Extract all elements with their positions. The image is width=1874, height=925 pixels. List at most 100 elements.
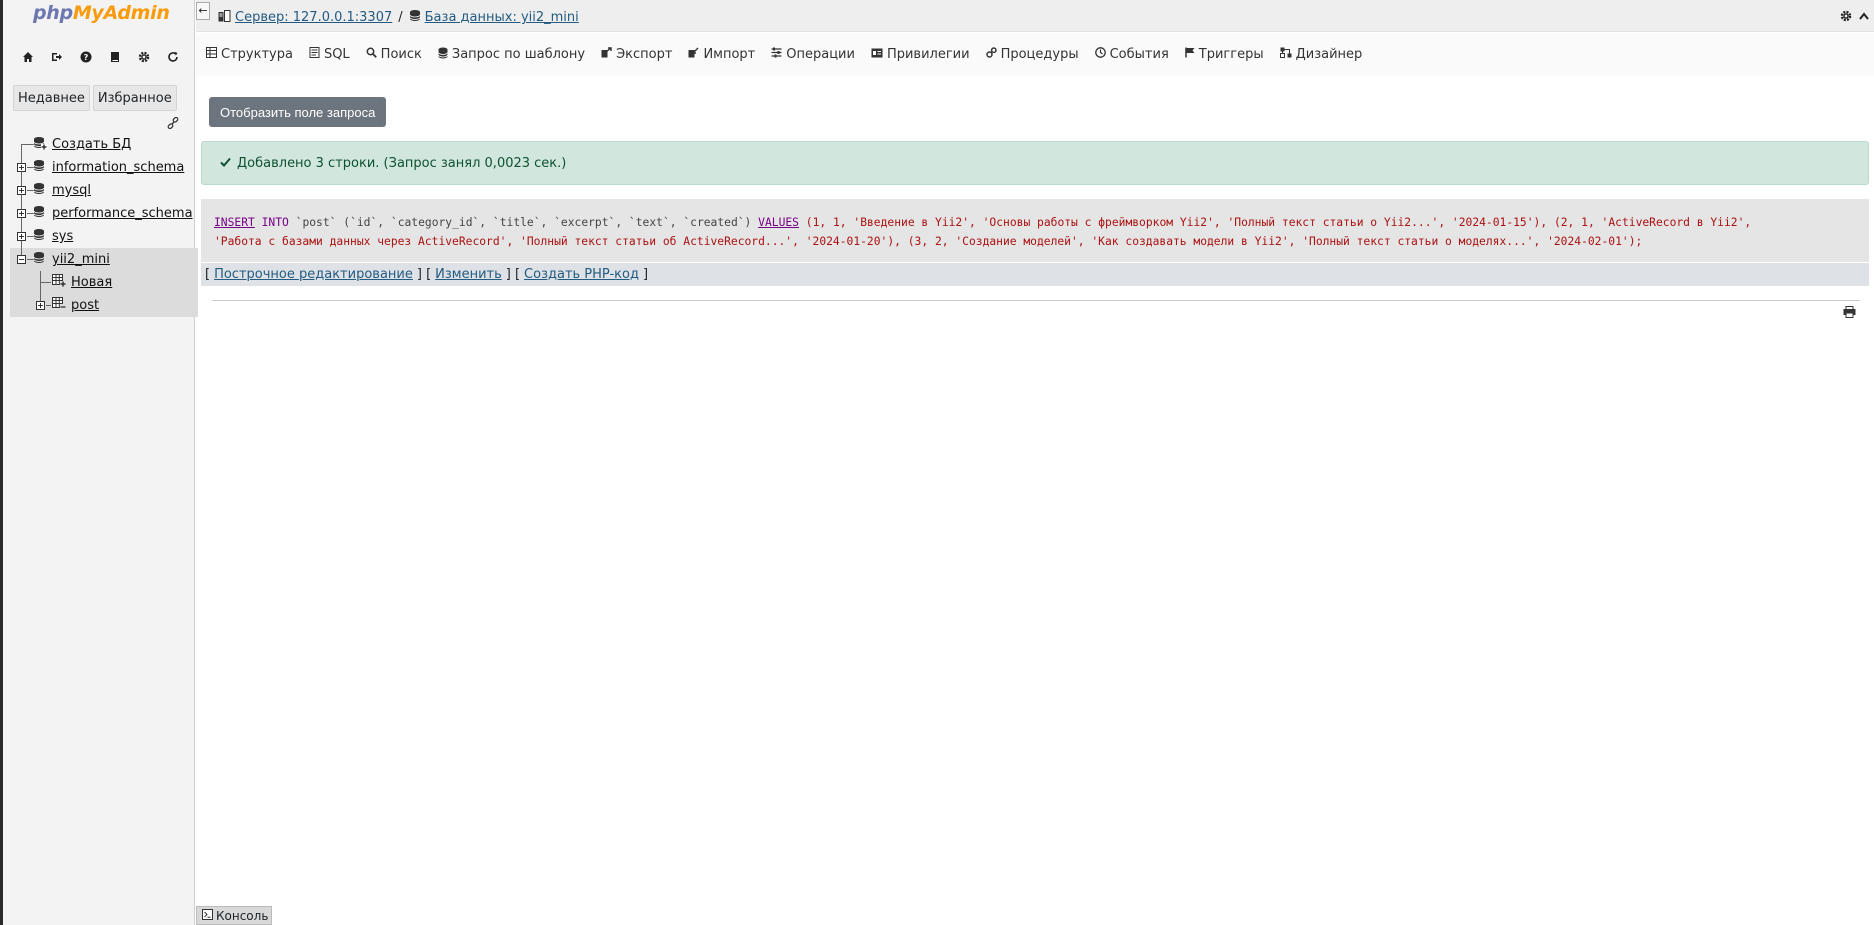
sql-row: (2, 1, 'ActiveRecord в Yii2',: [1553, 216, 1752, 229]
svg-text:?: ?: [84, 53, 89, 62]
tab-label: Запрос по шаблону: [451, 47, 586, 62]
edit-link[interactable]: Изменить: [435, 267, 502, 282]
server-link[interactable]: Сервер: 127.0.0.1:3307: [235, 10, 392, 25]
tab-privileges[interactable]: Привилегии: [871, 47, 970, 62]
breadcrumb-database[interactable]: База данных: yii2_mini: [409, 9, 579, 26]
tree-table-post[interactable]: + post: [10, 294, 198, 317]
tab-label: Экспорт: [616, 47, 673, 62]
tab-label: Поиск: [380, 47, 422, 62]
docs-icon[interactable]: [106, 48, 124, 66]
sql-row: (1, 1, 'Введение в Yii2', 'Основы работы…: [805, 216, 1548, 229]
tree-db-performance-schema[interactable]: + performance_schema: [10, 202, 198, 225]
sql-columns: (`id`, `category_id`, `title`, `excerpt`…: [343, 216, 752, 229]
new-table-icon: [52, 274, 66, 291]
database-menu: Структура SQL Поиск Запрос по шаблону Эк…: [196, 33, 1874, 76]
tab-triggers[interactable]: Триггеры: [1185, 47, 1264, 62]
structure-icon: [206, 47, 217, 62]
tab-events[interactable]: События: [1094, 47, 1169, 62]
database-icon: [33, 228, 45, 245]
db-link[interactable]: information_schema: [52, 160, 184, 175]
tab-operations[interactable]: Операции: [771, 47, 855, 62]
db-link[interactable]: sys: [52, 229, 73, 244]
new-database-icon: [33, 136, 47, 154]
expand-icon[interactable]: +: [17, 163, 26, 172]
export-icon: [601, 47, 612, 62]
expand-icon[interactable]: +: [17, 186, 26, 195]
expand-icon[interactable]: +: [36, 301, 45, 310]
tab-query[interactable]: Запрос по шаблону: [437, 47, 586, 63]
tree-db-sys[interactable]: + sys: [10, 225, 198, 248]
console-label: Консоль: [216, 908, 269, 923]
show-query-button[interactable]: Отобразить поле запроса: [209, 97, 387, 127]
collapse-icon[interactable]: −: [17, 255, 26, 264]
print-icon[interactable]: [1843, 306, 1856, 321]
create-db-link[interactable]: Создать БД: [52, 137, 131, 152]
tab-label: Процедуры: [1000, 47, 1079, 62]
sql-row: (3, 2, 'Создание моделей', 'Как создават…: [907, 235, 1643, 248]
tab-routines[interactable]: Процедуры: [985, 47, 1079, 62]
settings-icon[interactable]: [135, 48, 153, 66]
sql-line-2: 'Работа с базами данных через ActiveReco…: [214, 232, 1856, 251]
tree-table-new[interactable]: Новая: [10, 271, 198, 294]
tab-label: Привилегии: [886, 47, 970, 62]
phpmyadmin-logo[interactable]: phpMyAdmin: [33, 2, 170, 24]
import-icon: [688, 47, 699, 62]
tree-db-information-schema[interactable]: + information_schema: [10, 156, 198, 179]
recent-button[interactable]: Недавнее: [13, 85, 90, 111]
tab-label: События: [1109, 47, 1169, 62]
db-link[interactable]: yii2_mini: [52, 252, 110, 267]
tab-structure[interactable]: Структура: [206, 47, 293, 62]
tab-label: Структура: [221, 47, 293, 62]
expand-icon[interactable]: +: [17, 209, 26, 218]
logo-php: php: [33, 2, 73, 24]
tree-db-yii2-mini[interactable]: − yii2_mini: [10, 248, 198, 271]
top-bar: ← Сервер: 127.0.0.1:3307 / База данных: …: [196, 0, 1874, 32]
sql-row: 'Работа с базами данных через ActiveReco…: [214, 235, 901, 248]
sql-keyword: INTO: [261, 216, 289, 229]
database-icon: [33, 182, 45, 199]
check-icon: [220, 156, 231, 171]
reload-icon[interactable]: [164, 48, 182, 66]
breadcrumb-server[interactable]: Сервер: 127.0.0.1:3307: [218, 9, 392, 26]
database-icon: [33, 159, 45, 176]
tab-label: Дизайнер: [1295, 47, 1363, 62]
tab-export[interactable]: Экспорт: [601, 47, 672, 62]
create-php-code-link[interactable]: Создать PHP-код: [524, 267, 639, 282]
sql-query-box: INSERT INTO `post` (`id`, `category_id`,…: [201, 199, 1869, 262]
db-link[interactable]: mysql: [52, 183, 91, 198]
tab-sql[interactable]: SQL: [309, 47, 350, 62]
navigation-panel: phpMyAdmin ? Недавнее Избранное Создать …: [0, 0, 198, 925]
console-toggle[interactable]: Консоль: [196, 906, 272, 925]
collapse-panel-icon[interactable]: ←: [196, 2, 210, 20]
table-link-post[interactable]: post: [71, 298, 99, 313]
sql-keyword[interactable]: VALUES: [758, 216, 799, 229]
tab-import[interactable]: Импорт: [688, 47, 755, 62]
privileges-icon: [871, 47, 883, 62]
console-icon: [202, 908, 213, 923]
inline-edit-link[interactable]: Построчное редактирование: [214, 267, 413, 282]
logo-myadmin: MyAdmin: [72, 2, 170, 24]
favorites-button[interactable]: Избранное: [92, 85, 177, 111]
routines-icon: [985, 47, 997, 62]
link-icon[interactable]: [167, 116, 179, 132]
sql-table: `post`: [295, 216, 337, 229]
tab-search[interactable]: Поиск: [366, 47, 422, 62]
collapse-top-icon[interactable]: [1858, 10, 1870, 26]
sql-keyword[interactable]: INSERT: [214, 216, 255, 229]
database-link[interactable]: База данных: yii2_mini: [425, 10, 579, 25]
designer-icon: [1279, 47, 1292, 62]
home-icon[interactable]: [19, 48, 37, 66]
events-icon: [1094, 47, 1106, 62]
tree-db-mysql[interactable]: + mysql: [10, 179, 198, 202]
db-link[interactable]: performance_schema: [52, 206, 193, 221]
divider: [212, 300, 1860, 301]
logout-icon[interactable]: [48, 48, 66, 66]
new-table-link[interactable]: Новая: [71, 275, 112, 290]
help-icon[interactable]: ?: [77, 48, 95, 66]
tree-create-db[interactable]: Создать БД: [10, 133, 198, 156]
settings-icon[interactable]: [1840, 10, 1852, 26]
tab-designer[interactable]: Дизайнер: [1279, 47, 1363, 62]
sql-line-1: INSERT INTO `post` (`id`, `category_id`,…: [214, 213, 1856, 232]
nav-icons: ?: [19, 48, 182, 66]
expand-icon[interactable]: +: [17, 232, 26, 241]
